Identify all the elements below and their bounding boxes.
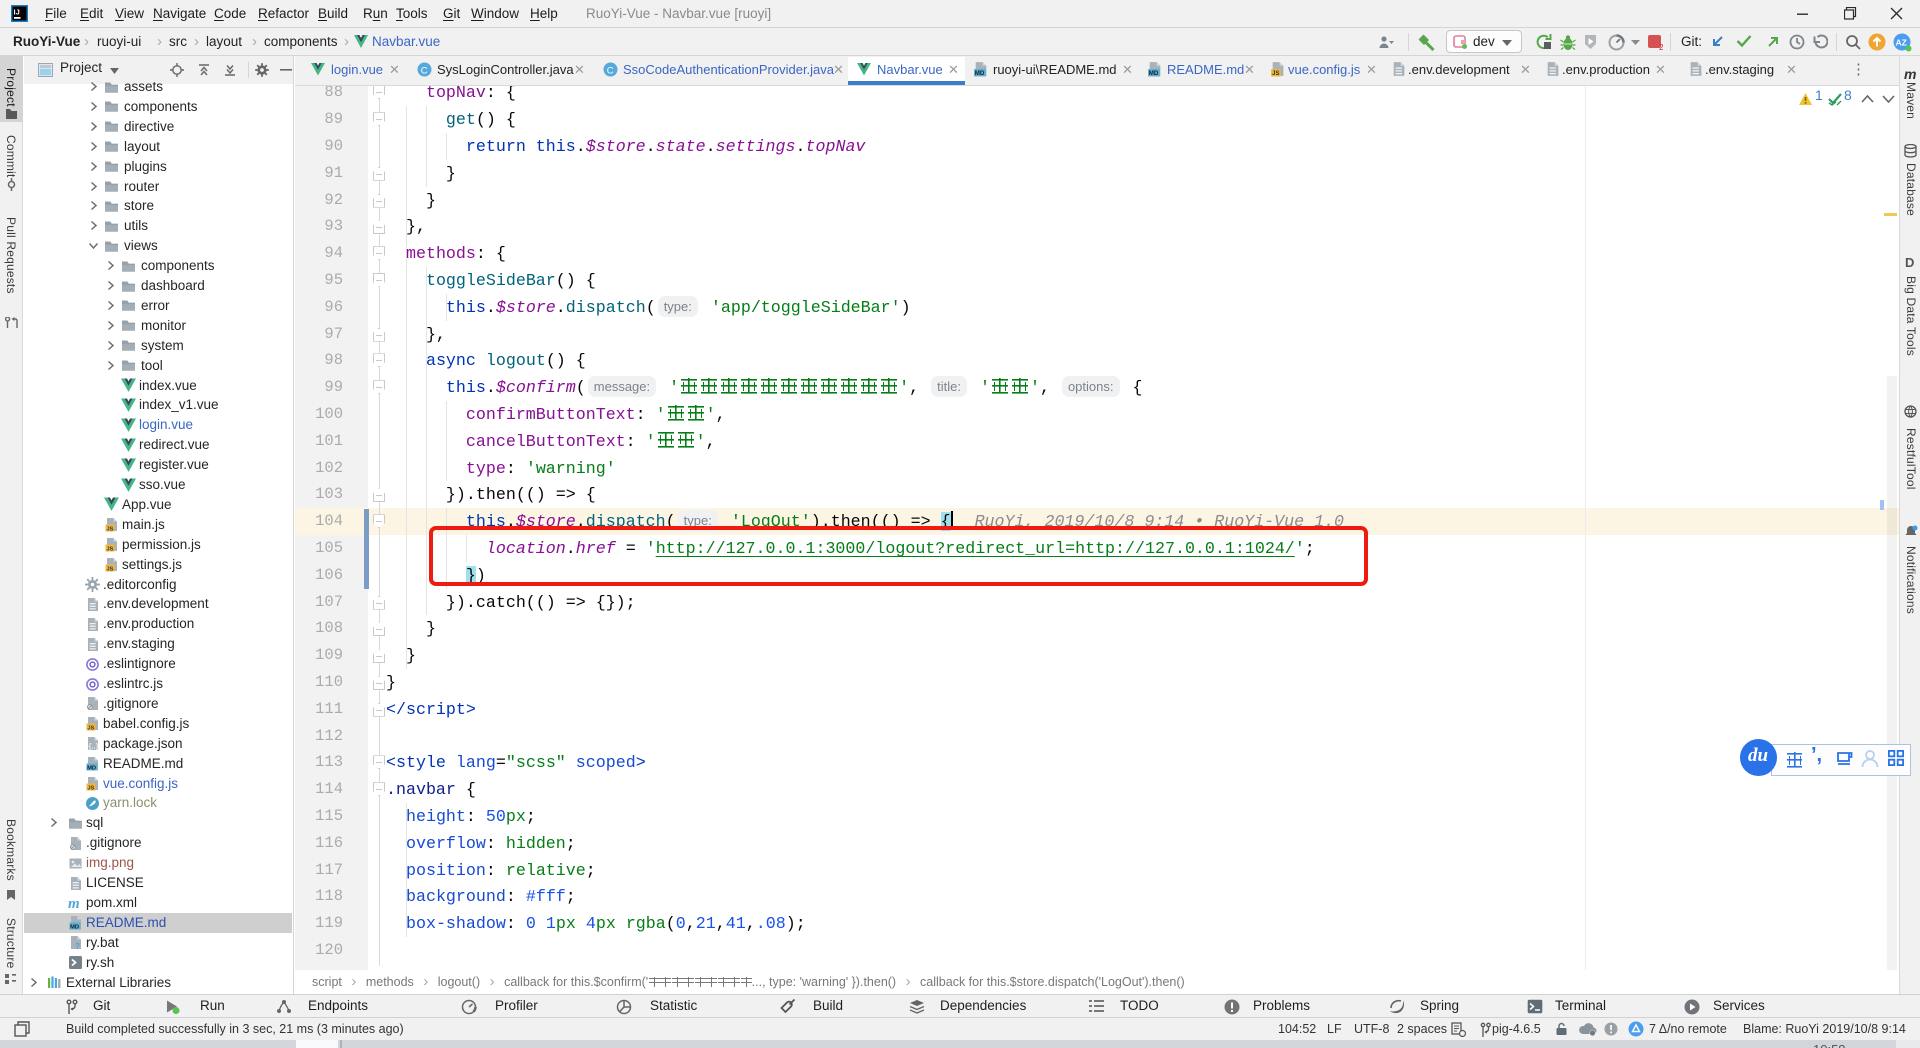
- svg-text:C: C: [421, 65, 428, 76]
- svg-text:JS: JS: [107, 527, 114, 533]
- svg-text:JS: JS: [107, 546, 114, 552]
- svg-text:IJ: IJ: [14, 8, 20, 17]
- svg-text:MD: MD: [975, 70, 985, 77]
- svg-text:MD: MD: [70, 925, 79, 931]
- svg-text:JS: JS: [1272, 71, 1279, 77]
- svg-text:C: C: [607, 65, 614, 76]
- svg-text:2: 2: [1659, 43, 1664, 51]
- svg-text:MD: MD: [1149, 70, 1159, 77]
- svg-text:JS: JS: [107, 566, 114, 572]
- svg-text:?: ?: [75, 942, 80, 950]
- svg-text:JS: JS: [88, 726, 95, 732]
- svg-text:MD: MD: [87, 765, 96, 771]
- svg-text:JS: JS: [88, 785, 95, 791]
- svg-text:AZ: AZ: [1896, 38, 1907, 48]
- svg-text:{..}: {..}: [89, 742, 99, 751]
